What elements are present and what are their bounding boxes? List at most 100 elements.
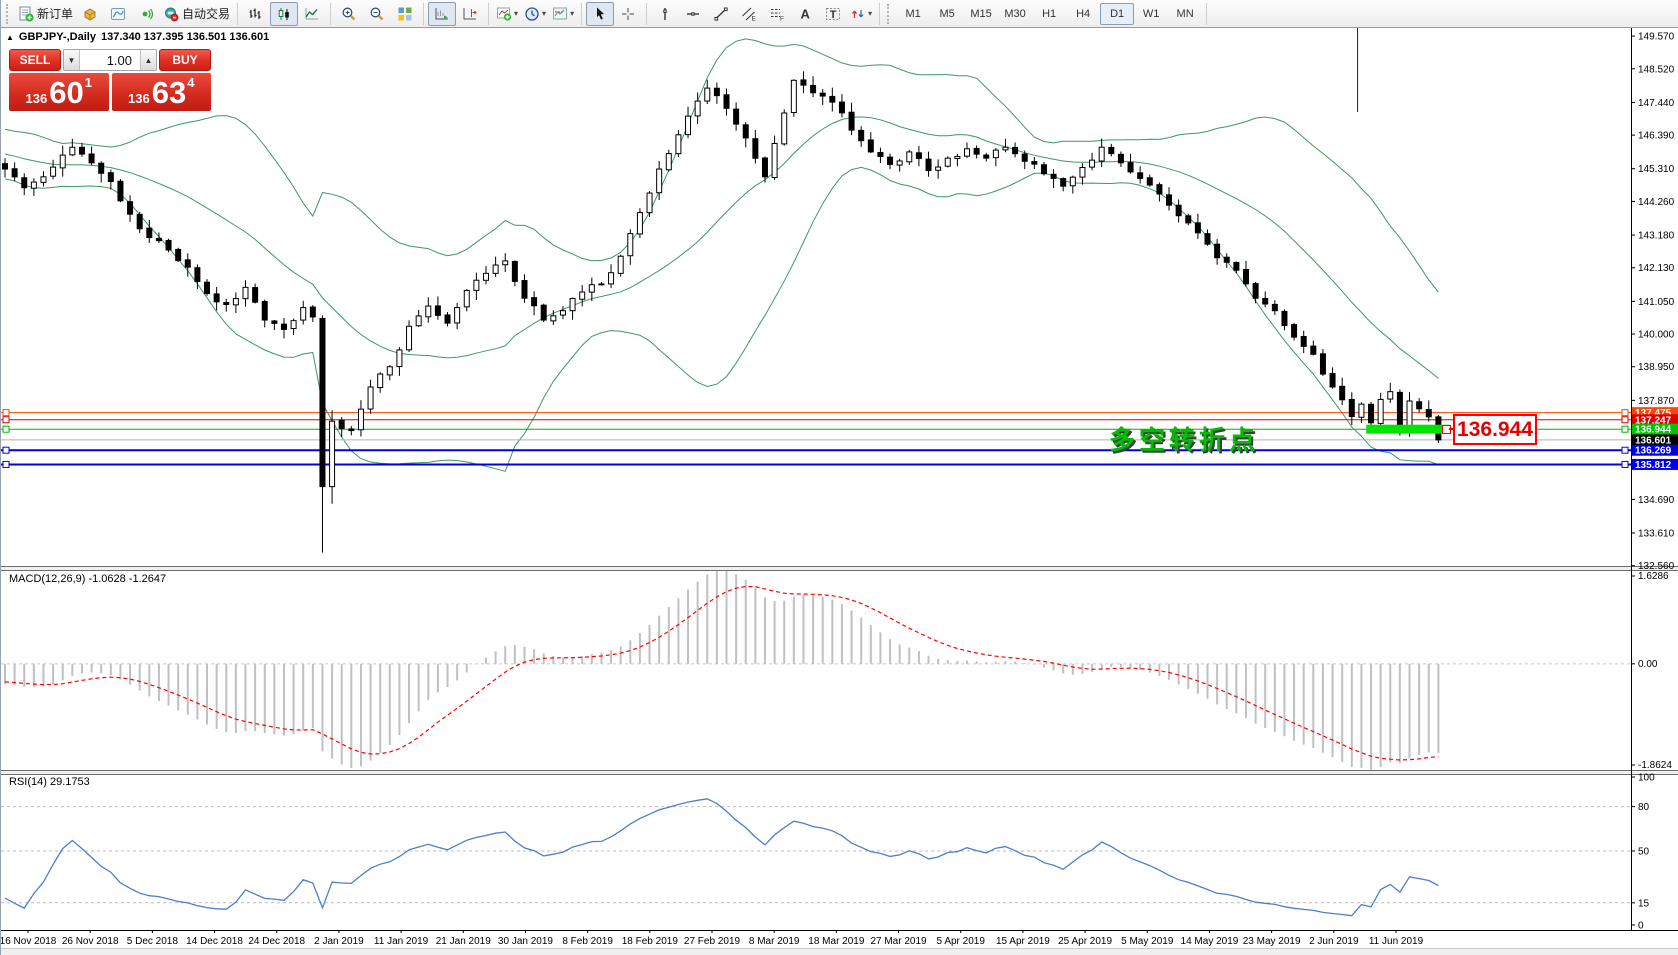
volume-decrease-button[interactable]: ▼ [64, 50, 80, 70]
svg-text:144.260: 144.260 [1638, 197, 1675, 208]
history-cube-button[interactable] [76, 2, 104, 26]
cursor-icon [592, 6, 608, 22]
chart-shift-icon [462, 6, 478, 22]
toolbar-separator [879, 3, 880, 25]
svg-text:2 Jan 2019: 2 Jan 2019 [314, 936, 364, 947]
svg-text:-1.8624: -1.8624 [1638, 760, 1672, 771]
turning-point-annotation[interactable]: 多空转折点 [1109, 420, 1259, 457]
svg-text:24 Dec 2018: 24 Dec 2018 [248, 936, 305, 947]
sell-button[interactable]: SELL [9, 49, 61, 71]
indicators-icon [496, 6, 512, 22]
crosshair-button[interactable] [614, 2, 642, 26]
svg-text:149.570: 149.570 [1638, 32, 1675, 43]
svg-text:147.440: 147.440 [1638, 98, 1675, 109]
cursor-button[interactable] [586, 2, 614, 26]
arrows-button[interactable]: ▾ [847, 2, 875, 26]
callout-connector [1449, 428, 1455, 430]
fibonacci-button[interactable]: F [763, 2, 791, 26]
svg-text:138.950: 138.950 [1638, 362, 1675, 373]
timeframe-m1-button[interactable]: M1 [896, 3, 930, 25]
chart-symbol-period: GBPJPY-,Daily [19, 31, 96, 43]
chevron-down-icon[interactable]: ▾ [570, 9, 574, 18]
chart-canvas[interactable]: 149.570148.520147.440146.390145.310144.2… [1, 0, 1678, 955]
zoom-in-button[interactable] [335, 2, 363, 26]
buy-button[interactable]: BUY [159, 49, 211, 71]
broadcast-icon [138, 6, 154, 22]
toolbar-separator [646, 3, 647, 25]
chevron-down-icon[interactable]: ▾ [542, 9, 546, 18]
equidistant-channel-button[interactable]: E [735, 2, 763, 26]
sell-price-box[interactable]: 136 60 1 [9, 73, 109, 111]
line-chart-button[interactable] [298, 2, 326, 26]
zoom-out-button[interactable] [363, 2, 391, 26]
tile-windows-button[interactable] [391, 2, 419, 26]
timeframe-mn-button[interactable]: MN [1168, 3, 1202, 25]
periods-button[interactable]: ▾ [521, 2, 549, 26]
svg-text:0: 0 [1638, 921, 1644, 932]
sell-price-big: 60 [49, 76, 83, 110]
svg-text:T: T [830, 9, 837, 21]
vertical-line-button[interactable] [651, 2, 679, 26]
toolbar-separator [1206, 3, 1207, 25]
collapse-arrow-icon[interactable]: ▲ [6, 33, 14, 42]
horizontal-line-button[interactable] [679, 2, 707, 26]
volume-increase-button[interactable]: ▲ [140, 50, 156, 70]
timeframe-d1-button[interactable]: D1 [1100, 3, 1134, 25]
equidistant-channel-icon: E [741, 6, 757, 22]
toolbar: 新订单 自动交易 ▾ ▾ ▾ E FAT ▾ M1M5M15M30H1H4D1W1MN [1, 0, 1678, 28]
svg-text:143.180: 143.180 [1638, 231, 1675, 242]
templates-button[interactable]: ▾ [549, 2, 577, 26]
chevron-down-icon[interactable]: ▾ [868, 9, 872, 18]
text-button[interactable]: A [791, 2, 819, 26]
toolbar-separator [237, 3, 238, 25]
svg-text:5 Apr 2019: 5 Apr 2019 [937, 936, 986, 947]
candlestick-chart-button[interactable] [270, 2, 298, 26]
trendline-icon [713, 6, 729, 22]
svg-text:25 Apr 2019: 25 Apr 2019 [1058, 936, 1112, 947]
text-label-button[interactable]: T [819, 2, 847, 26]
price-axis-tags: 137.475137.247136.944136.601136.269135.8… [1632, 407, 1678, 471]
svg-text:15 Apr 2019: 15 Apr 2019 [996, 936, 1050, 947]
volume-stepper: ▼ ▲ [63, 49, 157, 71]
svg-text:1.6286: 1.6286 [1638, 571, 1669, 582]
svg-text:146.390: 146.390 [1638, 131, 1675, 142]
date-axis: 16 Nov 201826 Nov 20185 Dec 201814 Dec 2… [1, 930, 1424, 947]
svg-text:21 Jan 2019: 21 Jan 2019 [436, 936, 491, 947]
indicators-button[interactable]: ▾ [493, 2, 521, 26]
new-order-button[interactable]: 新订单 [15, 2, 76, 26]
timeframe-w1-button[interactable]: W1 [1134, 3, 1168, 25]
timeframe-m30-button[interactable]: M30 [998, 3, 1032, 25]
new-order-label: 新订单 [37, 5, 73, 22]
turning-zone-highlight[interactable] [1366, 425, 1450, 434]
svg-text:135.812: 135.812 [1635, 460, 1672, 471]
text-label-icon: T [825, 6, 841, 22]
broadcast-button[interactable] [132, 2, 160, 26]
svg-text:134.690: 134.690 [1638, 495, 1675, 506]
timeframe-h1-button[interactable]: H1 [1032, 3, 1066, 25]
market-profile-button[interactable] [104, 2, 132, 26]
auto-trading-button[interactable]: 自动交易 [160, 2, 233, 26]
chart-shift-button[interactable] [456, 2, 484, 26]
timeframe-h4-button[interactable]: H4 [1066, 3, 1100, 25]
svg-text:11 Jan 2019: 11 Jan 2019 [374, 936, 429, 947]
timeframe-m15-button[interactable]: M15 [964, 3, 998, 25]
svg-text:F: F [780, 15, 784, 22]
trendline-button[interactable] [707, 2, 735, 26]
volume-input[interactable] [80, 50, 140, 70]
buy-price-box[interactable]: 136 63 4 [112, 73, 212, 111]
svg-text:0.00: 0.00 [1638, 659, 1658, 670]
chart-ohlc-values: 137.340 137.395 136.501 136.601 [101, 31, 269, 43]
price-callout-box[interactable]: 136.944 [1453, 414, 1537, 445]
timeframe-m5-button[interactable]: M5 [930, 3, 964, 25]
fibonacci-icon: F [769, 6, 785, 22]
chevron-down-icon[interactable]: ▾ [514, 9, 518, 18]
svg-text:15: 15 [1638, 898, 1650, 909]
svg-text:5 Dec 2018: 5 Dec 2018 [127, 936, 179, 947]
chart-title: ▲ GBPJPY-,Daily 137.340 137.395 136.501 … [6, 31, 269, 43]
sell-price-prefix: 136 [26, 91, 48, 106]
periods-icon [524, 6, 540, 22]
svg-text:2 Jun 2019: 2 Jun 2019 [1309, 936, 1359, 947]
auto-scroll-button[interactable] [428, 2, 456, 26]
bar-chart-icon [248, 6, 264, 22]
bar-chart-button[interactable] [242, 2, 270, 26]
